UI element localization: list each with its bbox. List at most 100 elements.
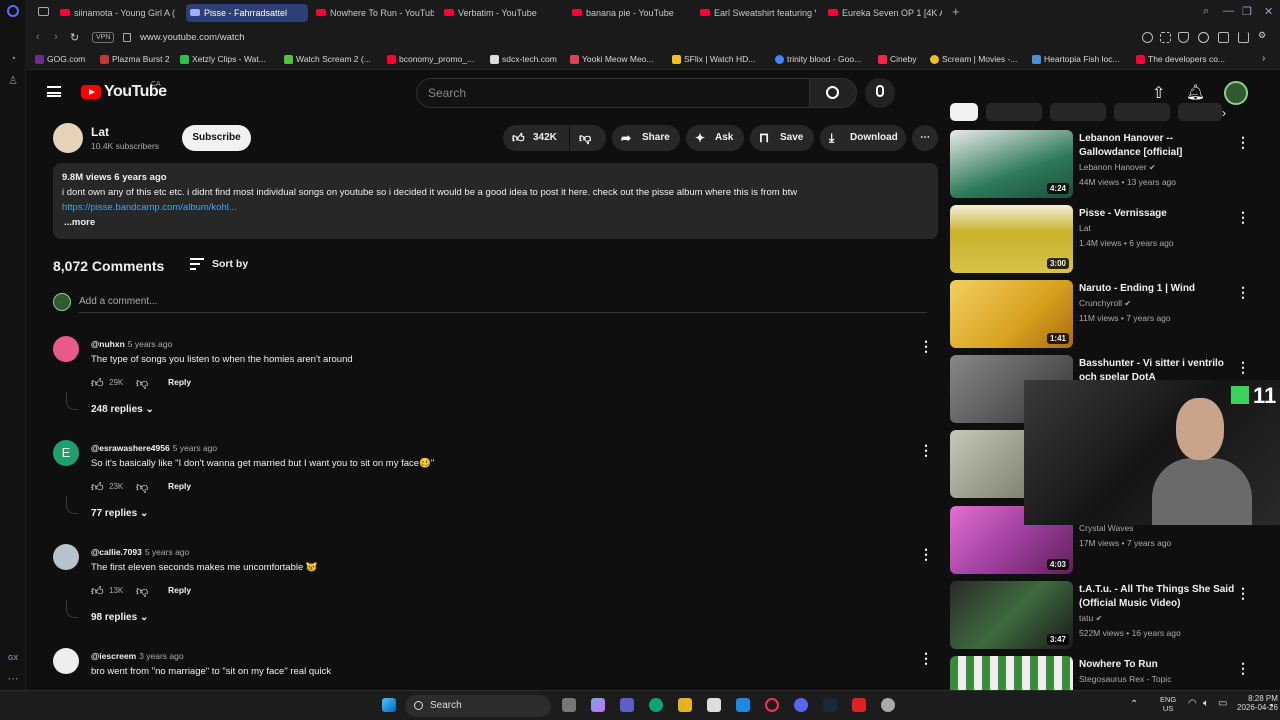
obs-icon[interactable]: [881, 698, 895, 712]
video-channel[interactable]: tatu ✔: [1079, 613, 1102, 623]
video-channel[interactable]: Stegosaurus Rex - Topic: [1079, 674, 1171, 684]
bookmark-item[interactable]: Yooki Meow Meo...: [570, 54, 654, 64]
gx-label[interactable]: GX: [6, 652, 20, 666]
language-indicator[interactable]: ENG US: [1160, 695, 1176, 713]
video-title[interactable]: Naruto - Ending 1 | Wind: [1079, 282, 1235, 296]
comment-like-icon[interactable]: 👍︎: [91, 584, 104, 599]
file-explorer-icon[interactable]: [678, 698, 692, 712]
heart-icon[interactable]: [1198, 32, 1209, 43]
bookmarks-overflow-icon[interactable]: ›: [1262, 53, 1265, 64]
dislike-button[interactable]: 👎︎: [570, 125, 606, 151]
video-title[interactable]: Pisse - Vernissage: [1079, 207, 1235, 221]
comment-menu-icon[interactable]: ⋮: [919, 338, 933, 355]
search-button[interactable]: [809, 78, 857, 108]
new-tab-button[interactable]: +: [952, 4, 960, 19]
extensions-icon[interactable]: ⚙: [1258, 30, 1269, 41]
chip[interactable]: [1114, 103, 1170, 121]
comment-like-icon[interactable]: 👍︎: [91, 376, 104, 391]
chip[interactable]: [1050, 103, 1106, 121]
taskbar-search[interactable]: Search: [405, 695, 551, 717]
view-replies-button[interactable]: 248 replies ⌄: [91, 404, 154, 415]
video-menu-icon[interactable]: ⋮: [1236, 134, 1250, 151]
zoom-icon[interactable]: [1142, 32, 1153, 43]
wifi-icon[interactable]: ◠: [1188, 698, 1197, 709]
show-more-button[interactable]: ...more: [64, 217, 95, 228]
comment-author[interactable]: @iescreem 3 years ago: [91, 651, 184, 661]
bookmark-item[interactable]: trinity blood - Goo...: [775, 54, 861, 64]
video-thumbnail[interactable]: [950, 656, 1073, 690]
minimize-icon[interactable]: —: [1223, 5, 1234, 17]
sort-icon[interactable]: [190, 258, 204, 270]
chip[interactable]: [986, 103, 1042, 121]
tray-overflow-icon[interactable]: ⌃: [1130, 699, 1138, 710]
like-button[interactable]: 👍︎ 342K: [503, 125, 569, 151]
opera-gx-icon[interactable]: [765, 698, 779, 712]
chip-all[interactable]: [950, 103, 978, 121]
video-menu-icon[interactable]: ⋮: [1236, 209, 1250, 226]
wallet-icon[interactable]: [1218, 32, 1229, 43]
comment-menu-icon[interactable]: ⋮: [919, 442, 933, 459]
maximize-icon[interactable]: ❐: [1242, 5, 1252, 18]
comment-dislike-icon[interactable]: 👎︎: [136, 584, 148, 599]
notification-bell-icon[interactable]: ▪: [1270, 700, 1273, 710]
video-thumbnail[interactable]: 4:24: [950, 130, 1073, 198]
close-icon[interactable]: ✕: [1264, 5, 1273, 18]
video-thumbnail[interactable]: 3:00: [950, 205, 1073, 273]
download-button[interactable]: ⤓ Download: [820, 125, 906, 151]
add-comment-input[interactable]: Add a comment...: [79, 296, 157, 307]
video-menu-icon[interactable]: ⋮: [1236, 585, 1250, 602]
reply-button[interactable]: Reply: [168, 585, 191, 595]
commenter-avatar[interactable]: E: [53, 440, 79, 466]
video-thumbnail[interactable]: 1:41: [950, 280, 1073, 348]
reply-button[interactable]: Reply: [168, 377, 191, 387]
bookmark-item[interactable]: Watch Scream 2 (...: [284, 54, 371, 64]
comment-dislike-icon[interactable]: 👎︎: [136, 480, 148, 495]
tab-5[interactable]: Earl Sweatshirt featuring V: [696, 4, 816, 22]
commenter-avatar[interactable]: [53, 544, 79, 570]
comment-author[interactable]: @nuhxn 5 years ago: [91, 339, 172, 349]
comment-like-icon[interactable]: 👍︎: [91, 480, 104, 495]
tab-6[interactable]: Eureka Seven OP 1 [4K AI U: [824, 4, 942, 22]
channel-avatar[interactable]: [53, 123, 83, 153]
app-icon[interactable]: [852, 698, 866, 712]
search-tabs-icon[interactable]: ⌕: [1203, 5, 1209, 18]
tab-0[interactable]: siinamota - Young Girl A (: [56, 4, 180, 22]
youtube-logo-icon[interactable]: [81, 85, 101, 99]
video-title[interactable]: Nowhere To Run: [1079, 658, 1235, 672]
share-button[interactable]: ➦ Share: [612, 125, 680, 151]
reply-button[interactable]: Reply: [168, 481, 191, 491]
mail-icon[interactable]: [736, 698, 750, 712]
tab-3[interactable]: Verbatim - YouTube: [440, 4, 562, 22]
menu-icon[interactable]: [47, 86, 61, 97]
commenter-avatar[interactable]: [53, 336, 79, 362]
more-actions-button[interactable]: ⋯: [912, 125, 938, 151]
chips-next-icon[interactable]: ›: [1222, 106, 1226, 120]
video-menu-icon[interactable]: ⋮: [1236, 359, 1250, 376]
video-title[interactable]: t.A.T.u. - All The Things She Said (Offi…: [1079, 583, 1235, 611]
opera-logo-icon[interactable]: [7, 5, 19, 17]
view-replies-button[interactable]: 98 replies ⌄: [91, 612, 148, 623]
bookmark-item[interactable]: Xetzly Clips - Wat...: [180, 54, 266, 64]
account-avatar[interactable]: [1224, 81, 1248, 105]
recommended-video[interactable]: Nowhere To Run Stegosaurus Rex - Topic ⋮: [950, 656, 1270, 690]
video-channel[interactable]: Lebanon Hanover ✔: [1079, 162, 1156, 172]
description-link[interactable]: https://pisse.bandcamp.com/album/kohl...: [62, 202, 237, 213]
more-icon[interactable]: ⋯: [6, 672, 20, 686]
recommended-video[interactable]: 3:00 Pisse - Vernissage Lat 1.4M views •…: [950, 205, 1270, 275]
bookmark-item[interactable]: GOG.com: [35, 54, 85, 64]
tab-4[interactable]: banana pie - YouTube: [568, 4, 690, 22]
comment-dislike-icon[interactable]: 👎︎: [136, 376, 148, 391]
bookmark-item[interactable]: sdcx-tech.com: [490, 54, 557, 64]
video-channel[interactable]: Lat: [1079, 223, 1091, 233]
copilot-icon[interactable]: [591, 698, 605, 712]
ask-button[interactable]: ✦ Ask: [686, 125, 744, 151]
save-button[interactable]: ⊓ Save: [750, 125, 814, 151]
comment-menu-icon[interactable]: ⋮: [919, 546, 933, 563]
video-title[interactable]: Lebanon Hanover -- Gallowdance [official…: [1079, 132, 1235, 160]
video-thumbnail[interactable]: 3:47: [950, 581, 1073, 649]
windows-start-icon[interactable]: [382, 698, 396, 712]
steam-icon[interactable]: [823, 698, 837, 712]
bookmark-item[interactable]: Scream | Movies -...: [930, 54, 1017, 64]
back-icon[interactable]: ‹: [36, 31, 40, 43]
tab-1[interactable]: Pisse - Fahrradsattel: [186, 4, 308, 22]
